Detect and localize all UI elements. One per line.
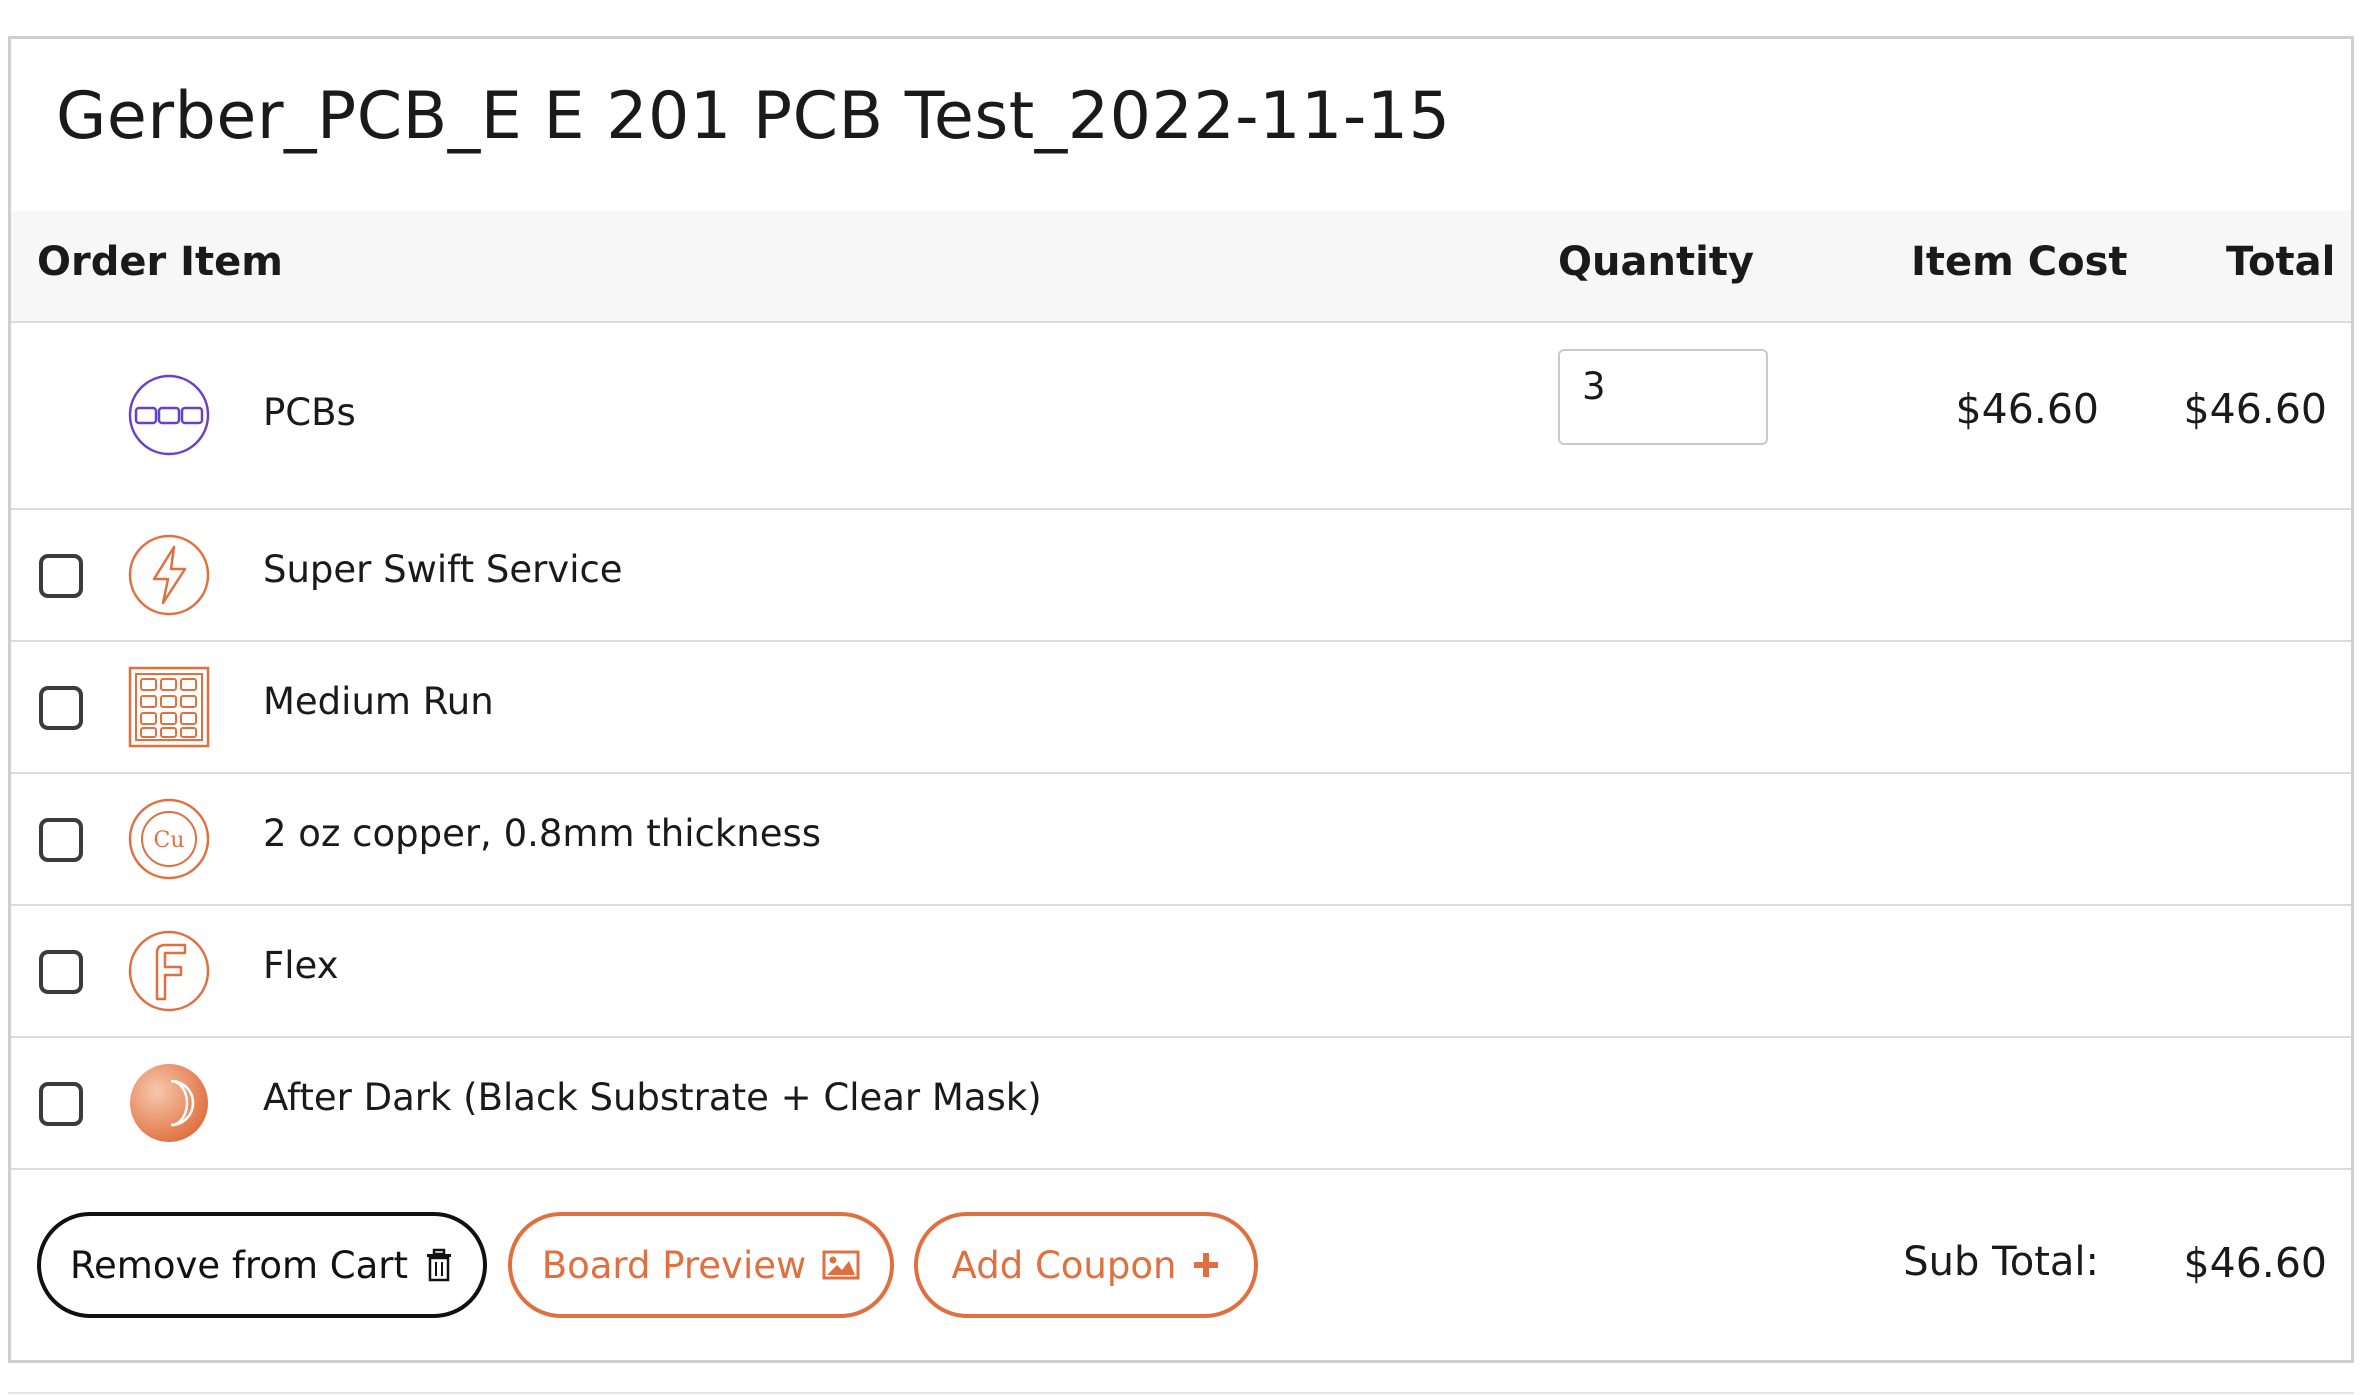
image-icon bbox=[822, 1250, 860, 1280]
grid-panel-icon bbox=[128, 666, 210, 748]
quantity-input[interactable] bbox=[1558, 349, 1768, 445]
option-row-medium-run: Medium Run bbox=[11, 642, 2351, 774]
pcb-item-label: PCBs bbox=[263, 391, 356, 434]
board-preview-button[interactable]: Board Preview bbox=[508, 1212, 894, 1318]
table-row: PCBs $46.60 $46.60 bbox=[11, 323, 2351, 510]
pcb-icon bbox=[128, 374, 210, 456]
option-label: Flex bbox=[263, 944, 339, 987]
option-row-after-dark: After Dark (Black Substrate + Clear Mask… bbox=[11, 1038, 2351, 1170]
cart-card: Gerber_PCB_E E 201 PCB Test_2022-11-15 O… bbox=[8, 36, 2354, 1363]
item-cost-header: Item Cost bbox=[1911, 239, 2128, 285]
option-label: After Dark (Black Substrate + Clear Mask… bbox=[263, 1076, 1042, 1119]
copper-icon-text: Cu bbox=[153, 828, 184, 853]
preview-button-label: Board Preview bbox=[541, 1243, 807, 1287]
option-label: Medium Run bbox=[263, 680, 494, 723]
medium-run-checkbox[interactable] bbox=[39, 686, 83, 730]
quantity-header: Quantity bbox=[1558, 239, 1754, 285]
option-row-super-swift: Super Swift Service bbox=[11, 510, 2351, 642]
order-item-header: Order Item bbox=[37, 239, 283, 285]
super-swift-checkbox[interactable] bbox=[39, 554, 83, 598]
cart-title-bar: Gerber_PCB_E E 201 PCB Test_2022-11-15 bbox=[11, 39, 2351, 214]
divider bbox=[8, 1392, 2354, 1394]
remove-from-cart-button[interactable]: Remove from Cart bbox=[37, 1212, 487, 1318]
copper-checkbox[interactable] bbox=[39, 818, 83, 862]
item-cost-value: $46.60 bbox=[1955, 385, 2099, 433]
option-label: 2 oz copper, 0.8mm thickness bbox=[263, 812, 822, 855]
trash-icon bbox=[427, 1248, 451, 1282]
add-coupon-button[interactable]: Add Coupon bbox=[914, 1212, 1258, 1318]
option-label: Super Swift Service bbox=[263, 548, 623, 591]
coupon-button-label: Add Coupon bbox=[951, 1243, 1177, 1287]
moon-icon bbox=[130, 1064, 208, 1142]
flex-checkbox[interactable] bbox=[39, 950, 83, 994]
copper-icon: Cu bbox=[128, 798, 210, 880]
item-total-value: $46.60 bbox=[2183, 385, 2327, 433]
table-header: Order Item Quantity Item Cost Total bbox=[11, 211, 2351, 323]
subtotal-label: Sub Total: bbox=[1903, 1239, 2099, 1285]
flex-icon bbox=[128, 930, 210, 1012]
subtotal-value: $46.60 bbox=[2183, 1239, 2327, 1287]
total-header: Total bbox=[2226, 239, 2336, 285]
plus-icon bbox=[1194, 1253, 1219, 1277]
after-dark-checkbox[interactable] bbox=[39, 1082, 83, 1126]
lightning-icon bbox=[128, 534, 210, 616]
remove-button-label: Remove from Cart bbox=[69, 1243, 408, 1287]
option-row-copper: Cu 2 oz copper, 0.8mm thickness bbox=[11, 774, 2351, 906]
page-title: Gerber_PCB_E E 201 PCB Test_2022-11-15 bbox=[56, 79, 1451, 154]
option-row-flex: Flex bbox=[11, 906, 2351, 1038]
